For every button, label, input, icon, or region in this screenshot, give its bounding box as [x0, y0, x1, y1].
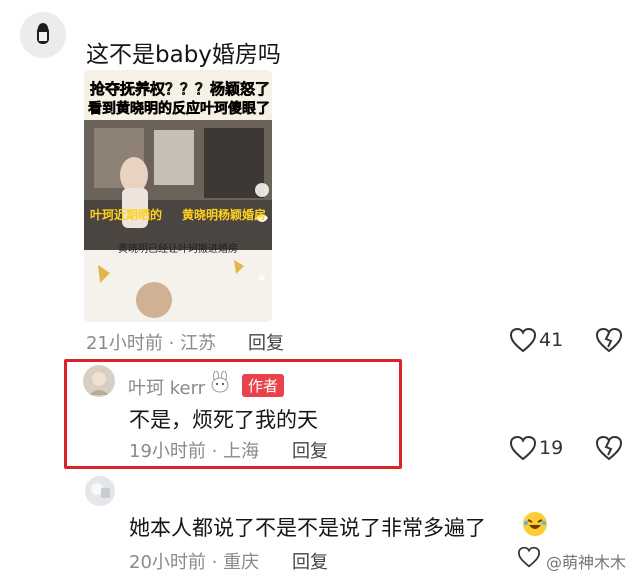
comment-text: 她本人都说了不是不是说了非常多遍了 [129, 516, 486, 540]
dislike-button[interactable] [595, 435, 623, 465]
video-thumbnail[interactable]: 抢夺抚养权？？？杨颖怒了 看到黄晓明的反应叶珂傻眼了 叶珂近期晒的 黄晓明杨颖婚… [84, 70, 272, 322]
heart-icon [509, 327, 537, 353]
reply-button[interactable]: 回复 [292, 548, 328, 574]
bunny-emoji-icon [209, 370, 231, 397]
commenter-avatar[interactable] [85, 476, 115, 506]
video-subtitle: 黄晓明已经让叶珂搬进婚房 [118, 244, 238, 255]
video-caption-right: 黄晓明杨颖婚房 [182, 208, 267, 222]
heart-icon [517, 546, 541, 568]
dislike-button[interactable] [595, 327, 623, 357]
comment-time-location: 20小时前 · 重庆 [129, 552, 260, 573]
reply-button[interactable]: 回复 [292, 437, 328, 463]
author-username[interactable]: 叶珂 kerr [128, 374, 205, 400]
broken-heart-icon [595, 327, 623, 353]
broken-heart-icon [595, 435, 623, 461]
video-headline-2: 看到黄晓明的反应叶珂傻眼了 [88, 101, 271, 118]
comment-text: 不是，烦死了我的天 [129, 408, 318, 432]
like-button[interactable] [509, 435, 537, 465]
heart-icon [509, 435, 537, 461]
like-button[interactable] [517, 546, 541, 572]
video-headline-1: 抢夺抚养权？？？杨颖怒了 [90, 80, 271, 99]
laughing-emoji-icon [522, 511, 548, 541]
reply-button[interactable]: 回复 [248, 329, 284, 355]
author-badge: 作者 [242, 374, 285, 397]
video-caption-left: 叶珂近期晒的 [90, 208, 163, 222]
commenter-avatar[interactable] [20, 12, 66, 58]
comment-text: 这不是baby婚房吗 [86, 42, 281, 68]
comment-time-location: 21小时前 · 江苏 [86, 333, 217, 354]
watermark: @萌神木木 [546, 553, 627, 572]
like-count: 41 [539, 329, 564, 351]
comment-time-location: 19小时前 · 上海 [129, 441, 260, 462]
like-button[interactable] [509, 327, 537, 357]
like-count: 19 [539, 437, 564, 459]
author-avatar[interactable] [83, 365, 115, 397]
